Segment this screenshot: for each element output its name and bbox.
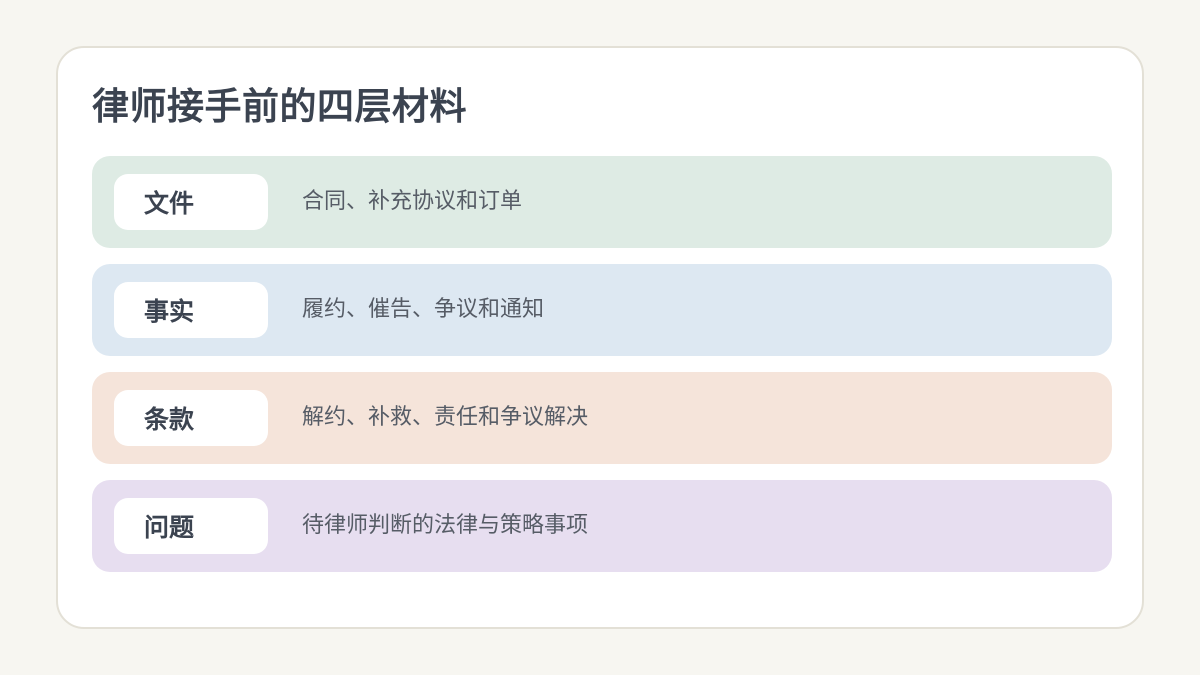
layer-tag-label: 事实 — [144, 297, 195, 326]
layer-description: 待律师判断的法律与策略事项 — [302, 513, 589, 538]
layer-tag: 文件 — [114, 174, 268, 230]
layer-description: 履约、催告、争议和通知 — [302, 297, 545, 322]
layer-row-facts: 事实 履约、催告、争议和通知 — [92, 264, 1112, 356]
layer-row-issues: 问题 待律师判断的法律与策略事项 — [92, 480, 1112, 572]
layer-tag-label: 文件 — [144, 189, 195, 218]
layer-description: 合同、补充协议和订单 — [302, 189, 523, 214]
layer-row-documents: 文件 合同、补充协议和订单 — [92, 156, 1112, 248]
layer-row-clauses: 条款 解约、补救、责任和争议解决 — [92, 372, 1112, 464]
layer-tag: 条款 — [114, 390, 268, 446]
layer-tag-label: 条款 — [144, 405, 195, 434]
layer-list: 文件 合同、补充协议和订单 事实 履约、催告、争议和通知 条款 解约、补救、责任… — [92, 156, 1112, 572]
page-title: 律师接手前的四层材料 — [92, 85, 467, 128]
layer-tag-label: 问题 — [144, 513, 195, 542]
layer-tag: 问题 — [114, 498, 268, 554]
layer-description: 解约、补救、责任和争议解决 — [302, 405, 589, 430]
materials-card: 律师接手前的四层材料 文件 合同、补充协议和订单 事实 履约、催告、争议和通知 … — [56, 46, 1144, 629]
layer-tag: 事实 — [114, 282, 268, 338]
